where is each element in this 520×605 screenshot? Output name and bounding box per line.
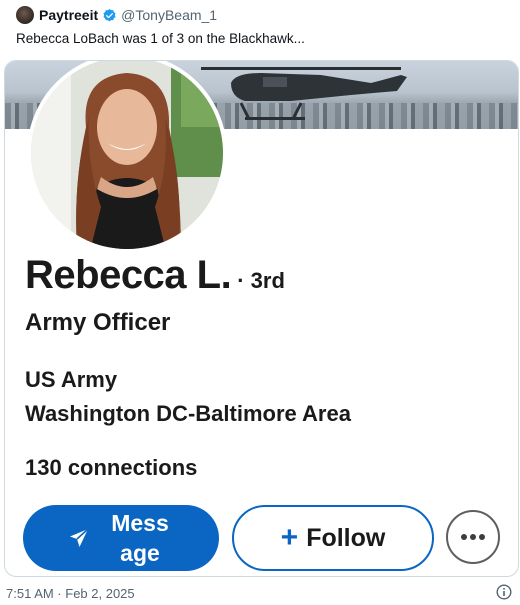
helicopter-image — [201, 67, 407, 120]
profile-location: Washington DC-Baltimore Area — [25, 401, 351, 426]
tweet-text: Rebecca LoBach was 1 of 3 on the Blackha… — [16, 31, 305, 46]
profile-name-row: Rebecca L. · 3rd — [25, 253, 285, 298]
follow-button-label: Follow — [306, 523, 386, 552]
connection-degree: · 3rd — [237, 268, 285, 293]
tweet-header: Paytreeit @TonyBeam_1 Rebecca LoBach was… — [0, 0, 520, 60]
message-button[interactable]: Message — [23, 505, 219, 571]
author-avatar[interactable] — [16, 6, 34, 24]
profile-photo[interactable] — [27, 61, 227, 253]
follow-button[interactable]: + Follow — [232, 505, 434, 571]
send-icon — [70, 528, 89, 547]
verified-check-icon — [103, 8, 116, 21]
info-icon[interactable] — [496, 584, 512, 600]
more-options-button[interactable] — [446, 510, 500, 564]
author-name[interactable]: Paytreeit — [39, 7, 98, 23]
plus-icon: + — [280, 521, 299, 554]
profile-headline: Army Officer — [25, 309, 171, 336]
profile-photo-image — [31, 61, 223, 249]
author-handle[interactable]: @TonyBeam_1 — [121, 7, 217, 23]
profile-screenshot-card[interactable]: Rebecca L. · 3rd Army Officer US Army Wa… — [4, 60, 519, 577]
profile-company: US Army — [25, 367, 118, 392]
more-dots-icon — [461, 534, 485, 540]
profile-connections[interactable]: 130 connections — [25, 455, 197, 481]
message-button-label: Message — [111, 510, 169, 566]
author-row[interactable]: Paytreeit @TonyBeam_1 — [16, 6, 217, 24]
tweet-timestamp[interactable]: 7:51 AM · Feb 2, 2025 — [6, 586, 135, 601]
profile-name: Rebecca L. — [25, 253, 232, 297]
